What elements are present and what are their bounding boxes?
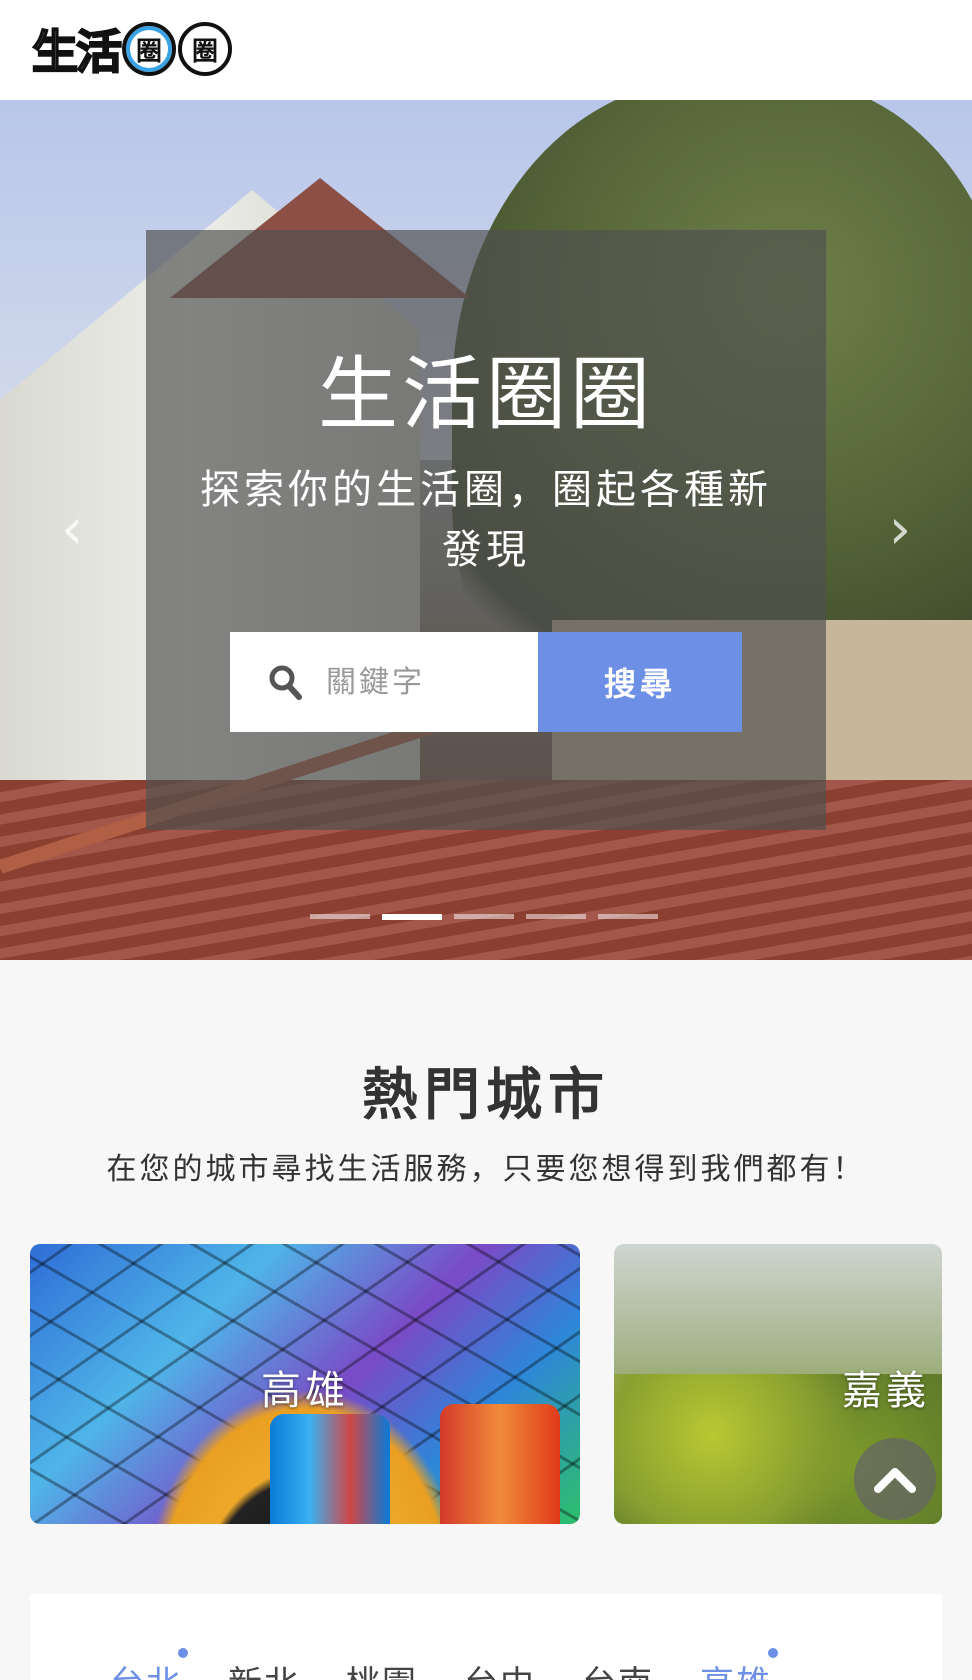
city-tabs: 台北 新北 桃園 台中 台南 高雄 — [110, 1648, 778, 1680]
logo-ring-2: 圈 — [178, 22, 232, 76]
tab-label: 台南 — [582, 1664, 654, 1680]
tab-new-taipei[interactable]: 新北 — [228, 1656, 300, 1680]
tab-kaohsiung[interactable]: 高雄 — [700, 1648, 778, 1680]
tab-dot — [768, 1648, 778, 1658]
logo-ring-1: 圈 — [122, 22, 176, 76]
site-logo[interactable]: 生活 圈 圈 — [31, 16, 232, 82]
search-input[interactable] — [326, 656, 526, 708]
tab-label: 桃園 — [346, 1664, 418, 1680]
search-button[interactable]: 搜尋 — [538, 632, 742, 732]
tab-label: 新北 — [228, 1664, 300, 1680]
hot-cities-subtitle: 在您的城市尋找生活服務，只要您想得到我們都有！ — [106, 1152, 866, 1187]
search-field[interactable] — [230, 632, 538, 732]
carousel-indicator[interactable] — [598, 914, 658, 919]
carousel-indicator[interactable] — [526, 914, 586, 919]
tab-tainan[interactable]: 台南 — [582, 1656, 654, 1680]
site-header: 生活 圈 圈 — [0, 0, 972, 100]
city-card-image-detail — [440, 1404, 560, 1524]
logo-text: 生活 — [31, 24, 123, 80]
chevron-right-icon: › — [888, 497, 912, 562]
tab-taipei[interactable]: 台北 — [110, 1648, 188, 1680]
carousel-indicator[interactable] — [454, 914, 514, 919]
search-icon — [269, 665, 302, 700]
city-tabs-panel: 台北 新北 桃園 台中 台南 高雄 — [30, 1594, 942, 1680]
carousel-indicators — [310, 914, 660, 922]
carousel-indicator[interactable] — [310, 914, 370, 919]
hero-title: 生活圈圈 — [318, 348, 654, 441]
city-card-name: 高雄 — [261, 1368, 349, 1414]
tab-label: 高雄 — [700, 1664, 772, 1680]
hero-carousel: ‹ › 生活圈圈 探索你的生活圈，圈起各種新發現 搜尋 — [0, 100, 972, 960]
hero-overlay: 生活圈圈 探索你的生活圈，圈起各種新發現 搜尋 — [146, 230, 826, 830]
city-card-image-detail — [270, 1414, 390, 1524]
chevron-up-icon — [874, 1468, 916, 1493]
carousel-indicator-active[interactable] — [382, 914, 442, 920]
tab-taoyuan[interactable]: 桃園 — [346, 1656, 418, 1680]
tab-label: 台北 — [110, 1664, 182, 1680]
tab-taichung[interactable]: 台中 — [464, 1656, 536, 1680]
hero-subtitle: 探索你的生活圈，圈起各種新發現 — [200, 467, 772, 573]
hot-cities-title: 熱門城市 — [362, 1063, 610, 1128]
tab-label: 台中 — [464, 1664, 536, 1680]
scroll-to-top-button[interactable] — [854, 1438, 936, 1520]
tab-dot — [178, 1648, 188, 1658]
city-card-kaohsiung[interactable]: 高雄 — [30, 1244, 580, 1524]
carousel-next-button[interactable]: › — [880, 500, 920, 560]
chevron-left-icon: ‹ — [60, 497, 84, 562]
carousel-prev-button[interactable]: ‹ — [52, 500, 92, 560]
city-card-name: 嘉義 — [842, 1368, 930, 1414]
